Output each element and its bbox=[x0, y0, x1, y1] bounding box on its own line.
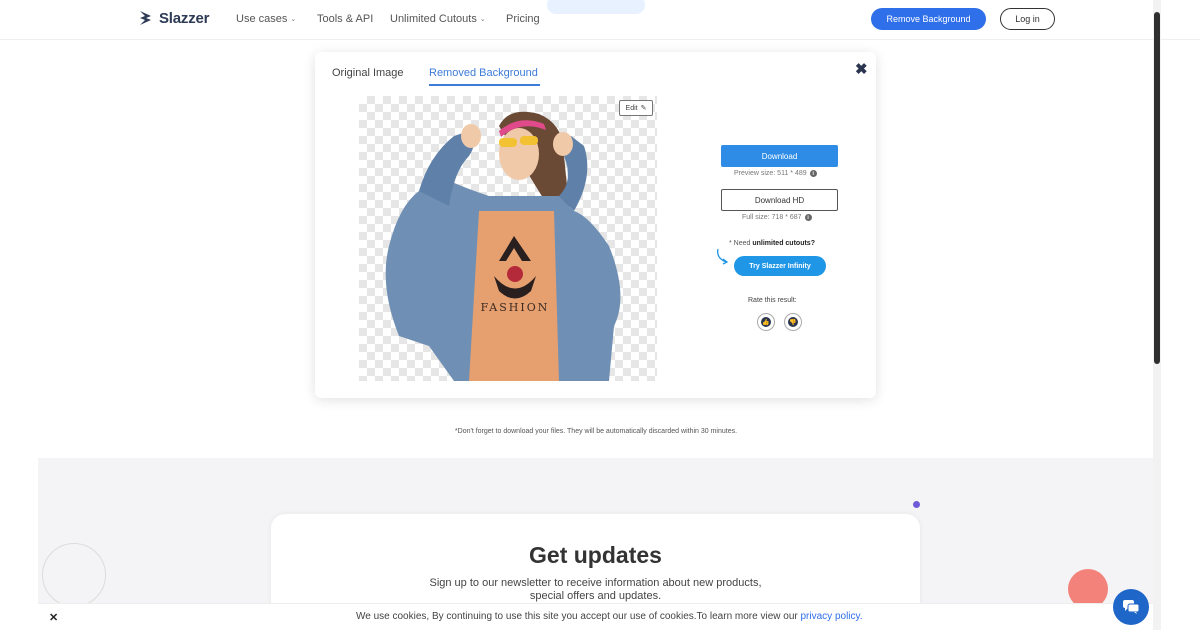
cookie-bar: ✕ We use cookies, By continuing to use t… bbox=[38, 603, 1154, 630]
thumbs-down-icon: 👎 bbox=[788, 317, 798, 327]
full-size-info: Full size: 718 * 687 i bbox=[742, 214, 812, 221]
preview-size-info: Preview size: 511 * 489 i bbox=[734, 170, 817, 177]
logo-text: Slazzer bbox=[159, 9, 210, 27]
need-bold: unlimited cutouts? bbox=[752, 240, 815, 247]
nav-pricing[interactable]: Pricing bbox=[506, 13, 540, 25]
thumbs-up-icon: 👍 bbox=[761, 317, 771, 327]
nav-pricing-label: Pricing bbox=[506, 13, 540, 25]
scrollbar-thumb[interactable] bbox=[1154, 12, 1160, 364]
download-hd-button[interactable]: Download HD bbox=[721, 189, 838, 211]
nav-unlimited-cutouts-label: Unlimited Cutouts bbox=[390, 13, 477, 25]
result-preview-image: FASHION bbox=[359, 96, 657, 381]
download-button[interactable]: Download bbox=[721, 145, 838, 167]
thumbs-down-button[interactable]: 👎 bbox=[784, 313, 802, 331]
close-icon[interactable]: ✕ bbox=[49, 611, 58, 624]
full-size-text: Full size: 718 * 687 bbox=[742, 214, 802, 221]
cookie-text: We use cookies, By continuing to use thi… bbox=[356, 611, 863, 622]
updates-text-line1: Sign up to our newsletter to receive inf… bbox=[429, 577, 762, 589]
preview-size-text: Preview size: 511 * 489 bbox=[734, 170, 807, 177]
nav-use-cases[interactable]: Use cases ⌄ bbox=[236, 13, 296, 25]
discard-note: *Don't forget to download your files. Th… bbox=[454, 428, 738, 435]
result-modal: Original Image Removed Background ✖ FASH… bbox=[315, 52, 876, 398]
info-icon[interactable]: i bbox=[804, 214, 812, 221]
chevron-down-icon: ⌄ bbox=[290, 16, 297, 23]
curved-arrow-icon bbox=[717, 248, 729, 265]
chat-icon bbox=[1123, 600, 1140, 614]
tab-removed-background[interactable]: Removed Background bbox=[429, 67, 538, 79]
tab-original-image[interactable]: Original Image bbox=[332, 67, 404, 79]
person-cutout: FASHION bbox=[385, 111, 621, 381]
need-prefix: * Need bbox=[729, 240, 751, 247]
edit-label: Edit bbox=[625, 104, 638, 112]
nav-tools-api[interactable]: Tools & API bbox=[317, 13, 373, 25]
nav-tools-api-label: Tools & API bbox=[317, 13, 374, 25]
nav-use-cases-label: Use cases bbox=[236, 13, 288, 25]
updates-title: Get updates bbox=[529, 542, 662, 568]
info-icon[interactable]: i bbox=[809, 170, 817, 177]
cookie-message: We use cookies, By continuing to use thi… bbox=[356, 611, 798, 622]
decorative-circle bbox=[42, 543, 106, 607]
nav-unlimited-cutouts[interactable]: Unlimited Cutouts ⌄ bbox=[390, 13, 486, 25]
logo-icon bbox=[140, 11, 151, 25]
chat-button[interactable] bbox=[1113, 589, 1149, 625]
close-icon[interactable]: ✖ bbox=[855, 60, 868, 78]
shirt-print-text: FASHION bbox=[481, 301, 550, 314]
login-button[interactable]: Log in bbox=[1000, 8, 1055, 30]
decorative-dot bbox=[913, 501, 920, 508]
pencil-icon: ✎ bbox=[640, 105, 647, 112]
need-unlimited-text: * Need unlimited cutouts? bbox=[729, 240, 815, 247]
top-ghost-button bbox=[547, 0, 645, 14]
thumbs-up-button[interactable]: 👍 bbox=[757, 313, 775, 331]
site-header: Slazzer Use cases ⌄ Tools & API Unlimite… bbox=[0, 0, 1200, 40]
privacy-policy-link[interactable]: privacy policy. bbox=[801, 611, 863, 622]
updates-text-line2: special offers and updates. bbox=[529, 590, 662, 602]
chevron-down-icon: ⌄ bbox=[479, 16, 486, 23]
updates-description: Sign up to our newsletter to receive inf… bbox=[271, 577, 920, 603]
edit-button[interactable]: Edit ✎ bbox=[619, 100, 653, 116]
remove-background-button[interactable]: Remove Background bbox=[871, 8, 986, 30]
active-tab-indicator bbox=[429, 84, 540, 86]
rate-label: Rate this result: bbox=[748, 297, 797, 304]
try-slazzer-infinity-button[interactable]: Try Slazzer Infinity bbox=[734, 256, 826, 276]
logo[interactable]: Slazzer bbox=[137, 9, 209, 27]
